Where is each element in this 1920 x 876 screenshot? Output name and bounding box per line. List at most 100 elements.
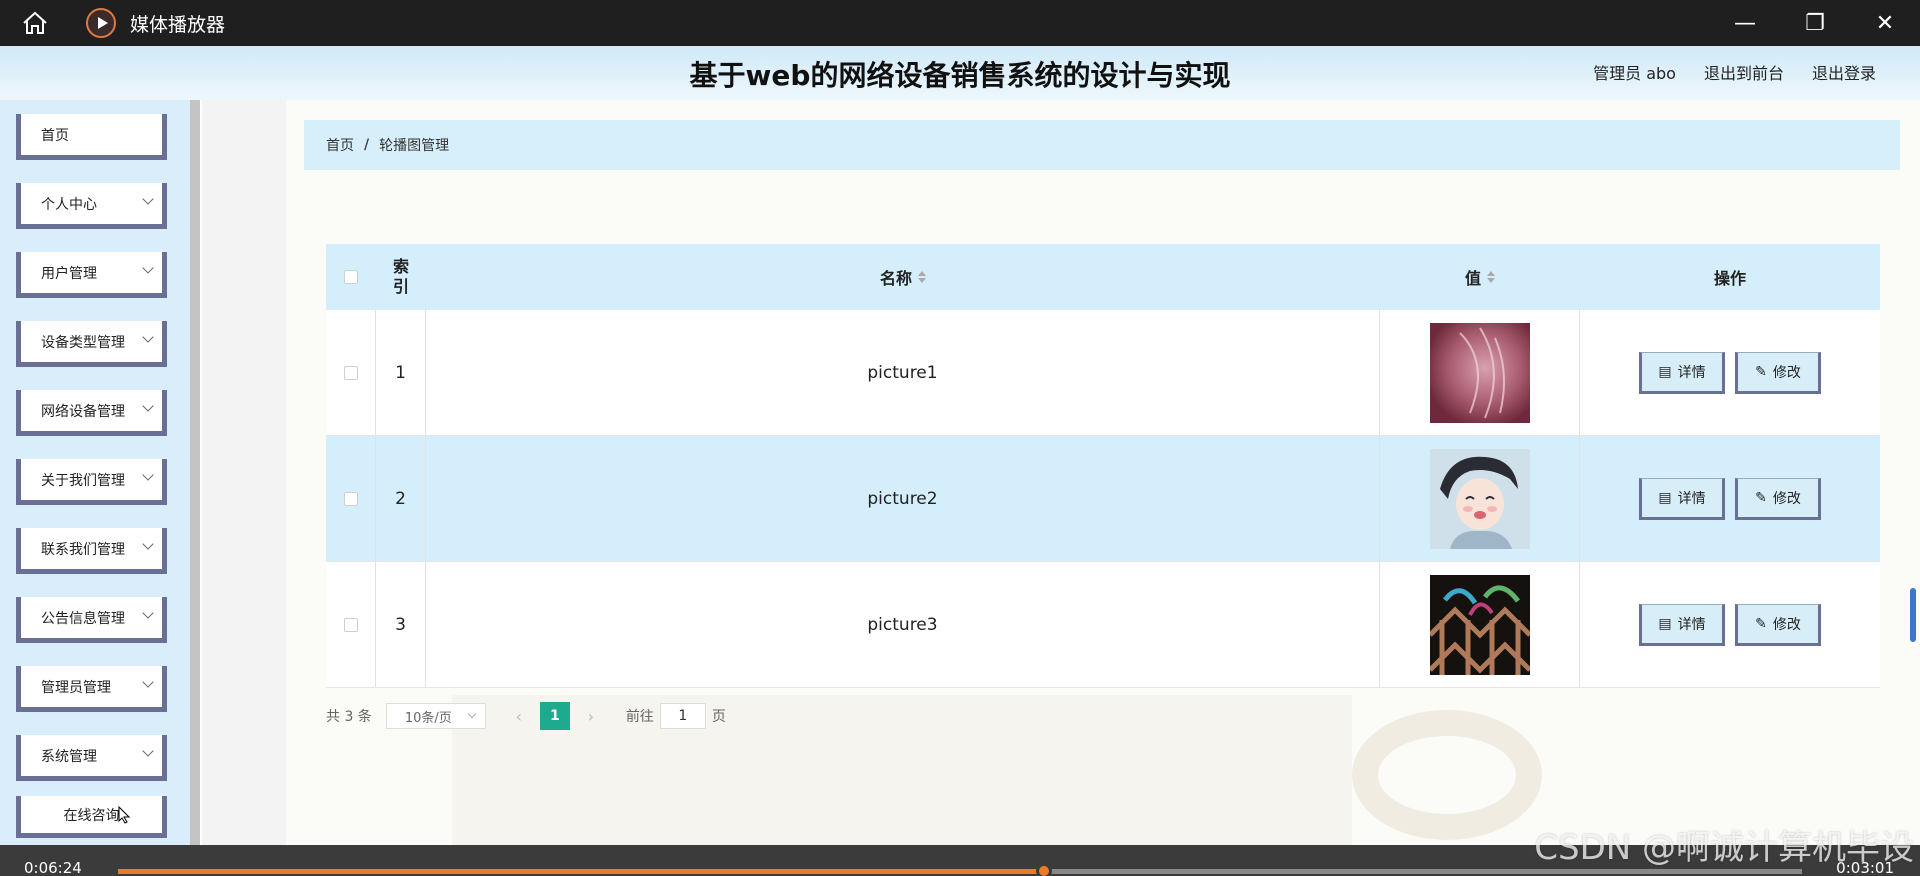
chevron-down-icon	[142, 193, 154, 205]
sort-icon	[1487, 271, 1495, 283]
sidebar-item-announcement-management[interactable]: 公告信息管理	[16, 597, 167, 643]
sidebar-item-home[interactable]: 首页	[16, 114, 167, 160]
sidebar-item-about-us-management[interactable]: 关于我们管理	[16, 459, 167, 505]
chevron-down-icon	[142, 538, 154, 550]
sidebar-item-user-management[interactable]: 用户管理	[16, 252, 167, 298]
detail-label: 详情	[1677, 490, 1706, 507]
page-size-select[interactable]: 10条/页	[385, 703, 486, 729]
sidebar-item-label: 系统管理	[41, 748, 97, 765]
page-scrollbar[interactable]	[1910, 588, 1916, 642]
admin-user-label: 管理员 abo	[1593, 64, 1676, 83]
detail-label: 详情	[1677, 364, 1706, 381]
row-checkbox[interactable]	[343, 491, 358, 506]
page-unit-label: 页	[711, 709, 726, 725]
edit-button[interactable]: ✎ 修改	[1735, 603, 1821, 646]
player-titlebar: 媒体播放器 — ❐ ✕	[0, 0, 1920, 46]
document-icon: ▤	[1658, 615, 1672, 632]
header-actions: 操作	[1713, 269, 1746, 288]
chevron-down-icon	[142, 469, 154, 481]
close-icon: ✕	[1875, 10, 1895, 36]
minimize-icon: —	[1734, 10, 1756, 36]
chevron-down-icon	[467, 709, 477, 719]
sidebar-item-system-management[interactable]: 系统管理	[16, 735, 167, 781]
seek-bar[interactable]	[118, 863, 1802, 876]
breadcrumb-home[interactable]: 首页	[326, 135, 354, 155]
header-name-sortable[interactable]: 名称	[426, 244, 1380, 310]
pencil-icon: ✎	[1755, 615, 1767, 632]
edit-button[interactable]: ✎ 修改	[1735, 351, 1821, 394]
chevron-down-icon	[142, 331, 154, 343]
restore-button[interactable]: ❐	[1780, 0, 1850, 46]
goto-page-input[interactable]: 1	[659, 703, 706, 729]
back-to-front-link[interactable]: 退出到前台	[1704, 60, 1784, 84]
prev-page-button[interactable]: ‹	[506, 703, 532, 729]
logout-link[interactable]: 退出登录	[1812, 60, 1876, 84]
edit-label: 修改	[1772, 616, 1801, 633]
chevron-down-icon	[142, 745, 154, 757]
chevron-down-icon	[142, 400, 154, 412]
detail-label: 详情	[1677, 616, 1706, 633]
sidebar: 首页 个人中心 用户管理 设备类型管理 网络设备管理 关于我们管理 联系我们管理…	[0, 100, 200, 845]
row-index: 1	[376, 310, 426, 435]
pencil-icon: ✎	[1755, 363, 1767, 380]
document-icon: ▤	[1658, 363, 1672, 380]
breadcrumb-current: 轮播图管理	[379, 138, 450, 154]
sidebar-item-label: 在线咨询	[63, 807, 120, 824]
sidebar-item-label: 网络设备管理	[41, 403, 125, 420]
sort-icon	[918, 271, 926, 283]
edit-button[interactable]: ✎ 修改	[1735, 477, 1821, 520]
seek-bar-progress	[118, 869, 1045, 874]
pink-abstract-thumbnail[interactable]	[1429, 322, 1530, 423]
row-checkbox[interactable]	[343, 365, 358, 380]
chevron-down-icon	[142, 262, 154, 274]
dark-lattice-thumbnail[interactable]	[1429, 574, 1530, 675]
minimize-button[interactable]: —	[1710, 0, 1780, 46]
page-number-button[interactable]: 1	[539, 702, 570, 730]
select-all-checkbox[interactable]	[344, 270, 358, 284]
chevron-down-icon	[142, 676, 154, 688]
sidebar-item-contact-us-management[interactable]: 联系我们管理	[16, 528, 167, 574]
sidebar-scrollbar[interactable]	[190, 100, 200, 845]
next-page-button[interactable]: ›	[578, 703, 604, 729]
app-header: 基于web的网络设备销售系统的设计与实现 管理员 abo 退出到前台 退出登录	[0, 46, 1920, 100]
detail-button[interactable]: ▤ 详情	[1639, 351, 1725, 394]
edit-label: 修改	[1772, 364, 1801, 381]
sidebar-item-device-type-management[interactable]: 设备类型管理	[16, 321, 167, 367]
seek-knob[interactable]	[1036, 863, 1053, 876]
chevron-down-icon	[142, 607, 154, 619]
sidebar-item-personal-center[interactable]: 个人中心	[16, 183, 167, 229]
header-value: 值	[1464, 269, 1481, 288]
sidebar-item-label: 管理员管理	[41, 679, 111, 696]
sidebar-item-admin-management[interactable]: 管理员管理	[16, 666, 167, 712]
anime-girl-thumbnail[interactable]	[1429, 448, 1530, 549]
sidebar-item-label: 用户管理	[41, 265, 97, 282]
mouse-cursor-icon	[118, 806, 130, 824]
breadcrumb-separator: /	[364, 137, 370, 153]
sidebar-item-label: 设备类型管理	[41, 334, 125, 351]
media-player-icon	[86, 8, 116, 38]
detail-button[interactable]: ▤ 详情	[1639, 477, 1725, 520]
breadcrumb: 首页 / 轮播图管理	[304, 120, 1900, 170]
current-time: 0:06:24	[24, 859, 82, 876]
header-value-sortable[interactable]: 值	[1380, 244, 1580, 310]
csdn-watermark: CSDN @啊诚计算机毕设	[1534, 828, 1914, 868]
home-icon	[23, 11, 47, 34]
chevron-left-icon: ‹	[515, 706, 523, 726]
chevron-right-icon: ›	[587, 706, 595, 726]
goto-label: 前往	[625, 709, 654, 725]
close-button[interactable]: ✕	[1850, 0, 1920, 46]
document-icon: ▤	[1658, 489, 1672, 506]
sidebar-item-label: 个人中心	[41, 196, 97, 213]
row-name: picture2	[426, 436, 1380, 561]
sidebar-item-network-device-management[interactable]: 网络设备管理	[16, 390, 167, 436]
restore-icon: ❐	[1805, 10, 1825, 36]
background-decoration	[202, 100, 286, 845]
home-button[interactable]	[0, 0, 70, 46]
sidebar-item-online-consult[interactable]: 在线咨询	[16, 796, 167, 838]
sidebar-item-label: 联系我们管理	[41, 541, 125, 558]
row-checkbox[interactable]	[343, 617, 358, 632]
detail-button[interactable]: ▤ 详情	[1639, 603, 1725, 646]
pencil-icon: ✎	[1755, 489, 1767, 506]
sidebar-item-label: 公告信息管理	[41, 610, 125, 627]
header-name: 名称	[879, 269, 912, 288]
